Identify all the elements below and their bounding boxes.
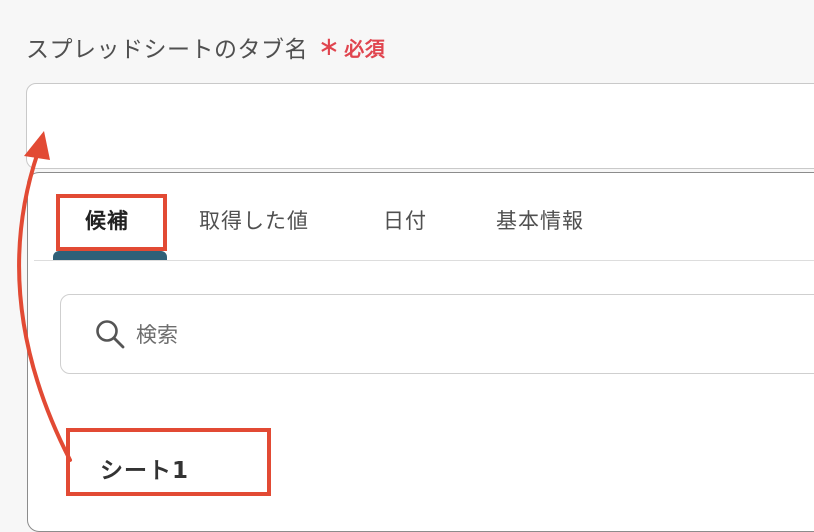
annotation-arrow bbox=[17, 131, 72, 462]
